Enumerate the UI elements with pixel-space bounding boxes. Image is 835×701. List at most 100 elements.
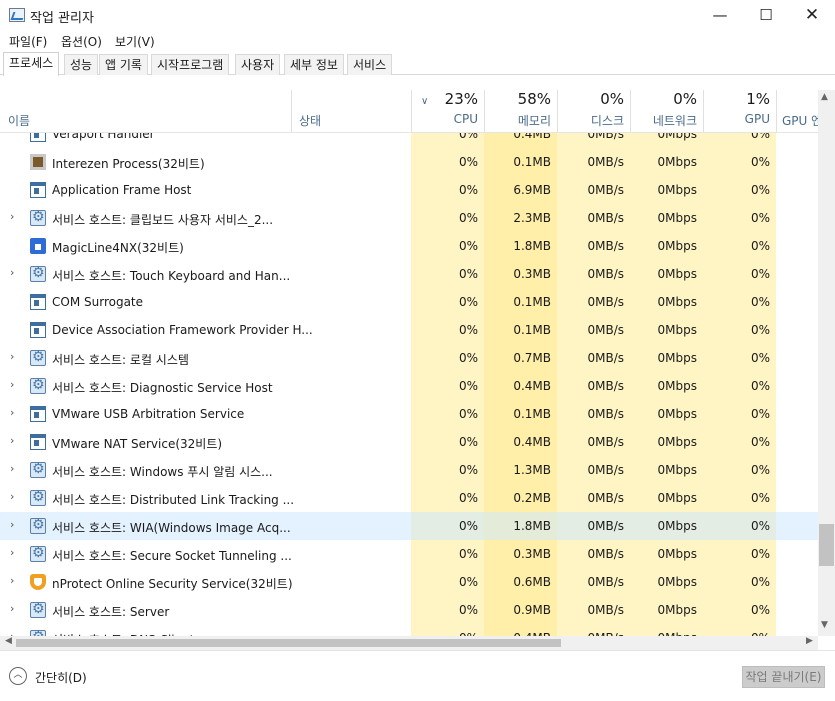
column-gpu[interactable]: 1% GPU: [703, 90, 776, 132]
process-row[interactable]: COM Surrogate 0% 0.1MB 0MB/s 0Mbps 0%: [0, 288, 818, 316]
process-net-value: 0Mbps: [657, 603, 697, 617]
column-memory[interactable]: 58% 메모리: [484, 90, 557, 132]
interezen-icon: [30, 154, 46, 170]
column-name[interactable]: 이름: [0, 90, 291, 132]
tab-performance[interactable]: 성능: [64, 54, 99, 75]
process-mem-value: 0.1MB: [513, 155, 551, 169]
process-gpu-value: 0%: [750, 267, 770, 281]
column-disk[interactable]: 0% 디스크: [557, 90, 630, 132]
process-mem-value: 1.3MB: [513, 463, 551, 477]
process-net-value: 0Mbps: [657, 133, 697, 141]
vertical-scrollbar[interactable]: ▲ ▼: [818, 90, 835, 636]
process-row[interactable]: Interezen Process(32비트) 0% 0.1MB 0MB/s 0Mbps…: [0, 148, 818, 176]
process-row[interactable]: Application Frame Host 0% 6.9MB 0MB/s 0Mbps 0…: [0, 176, 818, 204]
scroll-left-icon[interactable]: ◀: [5, 636, 12, 646]
fewer-details-button[interactable]: 간단히(D): [35, 669, 87, 686]
expand-chevron-icon[interactable]: ›: [10, 266, 14, 279]
column-status-label: 상태: [299, 114, 322, 128]
column-status[interactable]: 상태: [291, 90, 411, 132]
expand-chevron-icon[interactable]: ›: [10, 546, 14, 559]
scroll-right-icon[interactable]: ▶: [806, 636, 813, 646]
tab-services[interactable]: 서비스: [347, 54, 393, 75]
process-cpu-value: 0%: [458, 155, 478, 169]
menu-options[interactable]: 옵션(O): [61, 33, 102, 50]
process-row[interactable]: › 서비스 호스트: Secure Socket Tunneling ... 0% 0…: [0, 540, 818, 568]
column-cpu-label: CPU: [453, 112, 478, 126]
process-disk-value: 0MB/s: [587, 603, 624, 617]
process-name: 서비스 호스트: WIA(Windows Image Acq...: [52, 521, 291, 535]
expand-chevron-icon[interactable]: ›: [10, 462, 14, 475]
column-gpu-engine[interactable]: GPU 엔진: [776, 90, 818, 132]
process-disk-value: 0MB/s: [587, 323, 624, 337]
tab-details[interactable]: 세부 정보: [284, 54, 344, 75]
scroll-down-icon[interactable]: ▼: [821, 620, 828, 630]
tab-app-history[interactable]: 앱 기록: [99, 54, 148, 75]
process-net-value: 0Mbps: [657, 183, 697, 197]
tab-users[interactable]: 사용자: [235, 54, 281, 75]
expand-chevron-icon[interactable]: ›: [10, 574, 14, 587]
menu-bar: 파일(F) 옵션(O) 보기(V): [0, 30, 835, 52]
process-disk-value: 0MB/s: [587, 491, 624, 505]
process-row[interactable]: Veraport Handler 0% 0.4MB 0MB/s 0Mbps 0%: [0, 133, 818, 148]
process-row[interactable]: › 서비스 호스트: 로컬 시스템 0% 0.7MB 0MB/s 0Mbps 0%: [0, 344, 818, 372]
process-disk-value: 0MB/s: [587, 155, 624, 169]
horizontal-scrollbar[interactable]: ◀ ▶: [0, 636, 818, 650]
process-gpu-value: 0%: [750, 323, 770, 337]
column-network[interactable]: 0% 네트워크: [630, 90, 703, 132]
tab-processes[interactable]: 프로세스: [3, 52, 60, 76]
process-cpu-value: 0%: [458, 491, 478, 505]
process-row[interactable]: › VMware USB Arbitration Service 0% 0.1MB 0M…: [0, 400, 818, 428]
scroll-up-icon[interactable]: ▲: [821, 92, 828, 102]
tab-startup[interactable]: 시작프로그램: [151, 54, 230, 75]
process-row[interactable]: Device Association Framework Provider H.…: [0, 316, 818, 344]
process-row[interactable]: › VMware NAT Service(32비트) 0% 0.4MB 0MB/s 0Mb…: [0, 428, 818, 456]
expand-chevron-icon[interactable]: ›: [10, 210, 14, 223]
gear-icon: [30, 601, 46, 618]
process-name: Device Association Framework Provider H.…: [52, 323, 313, 337]
process-row[interactable]: › 서비스 호스트: WIA(Windows Image Acq... 0% 1.8M…: [0, 512, 818, 540]
expand-chevron-icon[interactable]: ›: [10, 602, 14, 615]
process-row[interactable]: › 서비스 호스트: Distributed Link Tracking ... 0…: [0, 484, 818, 512]
horizontal-scroll-thumb[interactable]: [16, 639, 561, 647]
process-net-value: 0Mbps: [657, 575, 697, 589]
vertical-scroll-thumb[interactable]: [819, 524, 834, 566]
gear-icon: [30, 489, 46, 506]
process-row[interactable]: › 서비스 호스트: Diagnostic Service Host 0% 0.4MB…: [0, 372, 818, 400]
process-disk-value: 0MB/s: [587, 463, 624, 477]
veraport-icon: [30, 133, 46, 142]
expand-chevron-icon[interactable]: ›: [10, 518, 14, 531]
process-gpu-value: 0%: [750, 379, 770, 393]
chevron-up-icon[interactable]: ︿: [9, 667, 27, 685]
expand-chevron-icon[interactable]: ›: [10, 434, 14, 447]
process-row[interactable]: › nProtect Online Security Service(32비트) 0…: [0, 568, 818, 596]
process-row[interactable]: ›서비스 호스트: DNS Client0%0.4MB0MB/s0Mbps0%: [0, 624, 818, 636]
minimize-button[interactable]: —: [697, 0, 743, 30]
process-net-value: 0Mbps: [657, 491, 697, 505]
process-mem-value: 0.1MB: [513, 295, 551, 309]
column-disk-label: 디스크: [590, 114, 624, 128]
process-row[interactable]: › 서비스 호스트: Server 0% 0.9MB 0MB/s 0Mbps 0%: [0, 596, 818, 624]
process-mem-value: 0.4MB: [513, 379, 551, 393]
process-gpu-value: 0%: [750, 239, 770, 253]
expand-chevron-icon[interactable]: ›: [10, 378, 14, 391]
column-cpu[interactable]: 23% CPU: [411, 90, 484, 132]
expand-chevron-icon[interactable]: ›: [10, 490, 14, 503]
maximize-button[interactable]: ☐: [743, 0, 789, 30]
process-row[interactable]: › 서비스 호스트: Windows 푸시 알림 시스... 0% 1.3MB 0MB/…: [0, 456, 818, 484]
menu-view[interactable]: 보기(V): [115, 33, 155, 50]
close-button[interactable]: ✕: [789, 0, 835, 30]
process-mem-value: 0.3MB: [513, 547, 551, 561]
end-task-button[interactable]: 작업 끝내기(E): [742, 666, 825, 688]
process-name: Interezen Process(32비트): [52, 157, 205, 171]
process-row[interactable]: › 서비스 호스트: Touch Keyboard and Han... 0% 0.3…: [0, 260, 818, 288]
menu-file[interactable]: 파일(F): [9, 33, 47, 50]
process-disk-value: 0MB/s: [587, 211, 624, 225]
expand-chevron-icon[interactable]: ›: [10, 406, 14, 419]
process-row[interactable]: › 서비스 호스트: 클립보드 사용자 서비스_2... 0% 2.3MB 0MB/s 0…: [0, 204, 818, 232]
process-row[interactable]: MagicLine4NX(32비트) 0% 1.8MB 0MB/s 0Mbps 0%: [0, 232, 818, 260]
process-net-value: 0Mbps: [657, 267, 697, 281]
expand-chevron-icon[interactable]: ›: [10, 350, 14, 363]
process-mem-value: 0.9MB: [513, 603, 551, 617]
memory-total: 58%: [517, 90, 551, 108]
window-title: 작업 관리자: [30, 11, 94, 26]
